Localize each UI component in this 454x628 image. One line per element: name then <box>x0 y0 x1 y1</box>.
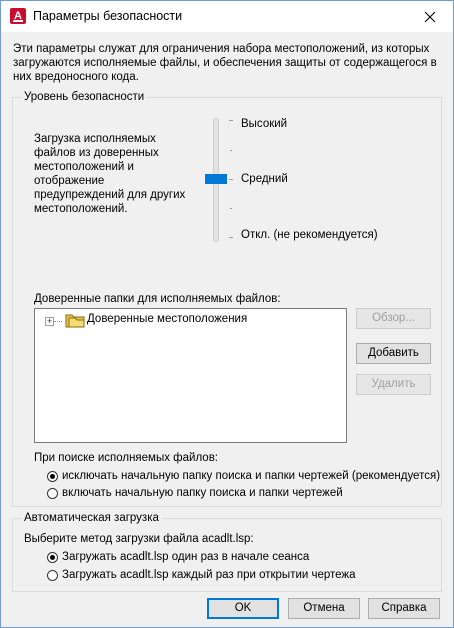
search-label: При поиске исполняемых файлов: <box>34 452 218 464</box>
radio-button[interactable] <box>47 470 58 482</box>
intro-text: Эти параметры служат для ограничения наб… <box>13 43 437 83</box>
autoload-group-label: Автоматическая загрузка <box>21 511 162 525</box>
search-option-include[interactable]: включать начальную папку поиска и папки … <box>47 487 343 499</box>
autoload-option-every[interactable]: Загружать acadlt.lsp каждый раз при откр… <box>47 569 356 581</box>
help-button[interactable]: Справка <box>368 598 440 619</box>
trusted-folders-label: Доверенные папки для исполняемых файлов: <box>34 293 281 305</box>
cancel-button[interactable]: Отмена <box>288 598 360 619</box>
autoload-option-every-label: Загружать acadlt.lsp каждый раз при откр… <box>62 569 356 581</box>
slider-tick <box>229 179 233 180</box>
radio-button[interactable] <box>47 551 58 563</box>
security-dialog: A Параметры безопасности Эти параметры с… <box>0 0 454 628</box>
expand-icon[interactable]: + <box>45 317 54 326</box>
app-icon: A <box>10 8 26 24</box>
close-icon <box>424 11 436 22</box>
folder-icon <box>65 314 85 328</box>
autoload-option-once-label: Загружать acadlt.lsp один раз в начале с… <box>62 551 310 563</box>
slider-tick <box>229 120 233 121</box>
search-option-exclude-label: исключать начальную папку поиска и папки… <box>62 470 441 482</box>
slider-tick <box>230 150 232 151</box>
level-medium[interactable]: Средний <box>241 173 288 185</box>
tree-connector <box>54 321 62 322</box>
tree-item-trusted-locations[interactable]: Доверенные местоположения <box>87 313 247 325</box>
radio-button[interactable] <box>47 569 58 581</box>
level-off[interactable]: Откл. (не рекомендуется) <box>241 229 378 241</box>
browse-button[interactable]: Обзор... <box>356 308 431 329</box>
trusted-folders-tree[interactable]: + Доверенные местоположения <box>34 308 347 443</box>
remove-button[interactable]: Удалить <box>356 374 431 395</box>
autoload-label: Выберите метод загрузки файла acadlt.lsp… <box>24 533 254 545</box>
add-button[interactable]: Добавить <box>356 343 431 364</box>
radio-button[interactable] <box>47 487 58 499</box>
close-button[interactable] <box>407 1 453 32</box>
window-title: Параметры безопасности <box>33 9 183 23</box>
security-slider-thumb[interactable] <box>205 174 227 184</box>
search-option-exclude[interactable]: исключать начальную папку поиска и папки… <box>47 470 440 482</box>
title-bar: A Параметры безопасности <box>1 1 453 32</box>
security-level-label: Уровень безопасности <box>21 90 148 104</box>
ok-button[interactable]: OK <box>207 598 279 619</box>
security-level-description: Загрузка исполняемых файлов из доверенны… <box>34 133 186 215</box>
level-high[interactable]: Высокий <box>241 118 287 130</box>
autoload-option-once[interactable]: Загружать acadlt.lsp один раз в начале с… <box>47 551 309 563</box>
slider-tick <box>229 237 233 238</box>
search-option-include-label: включать начальную папку поиска и папки … <box>62 487 343 499</box>
slider-tick <box>230 208 232 209</box>
